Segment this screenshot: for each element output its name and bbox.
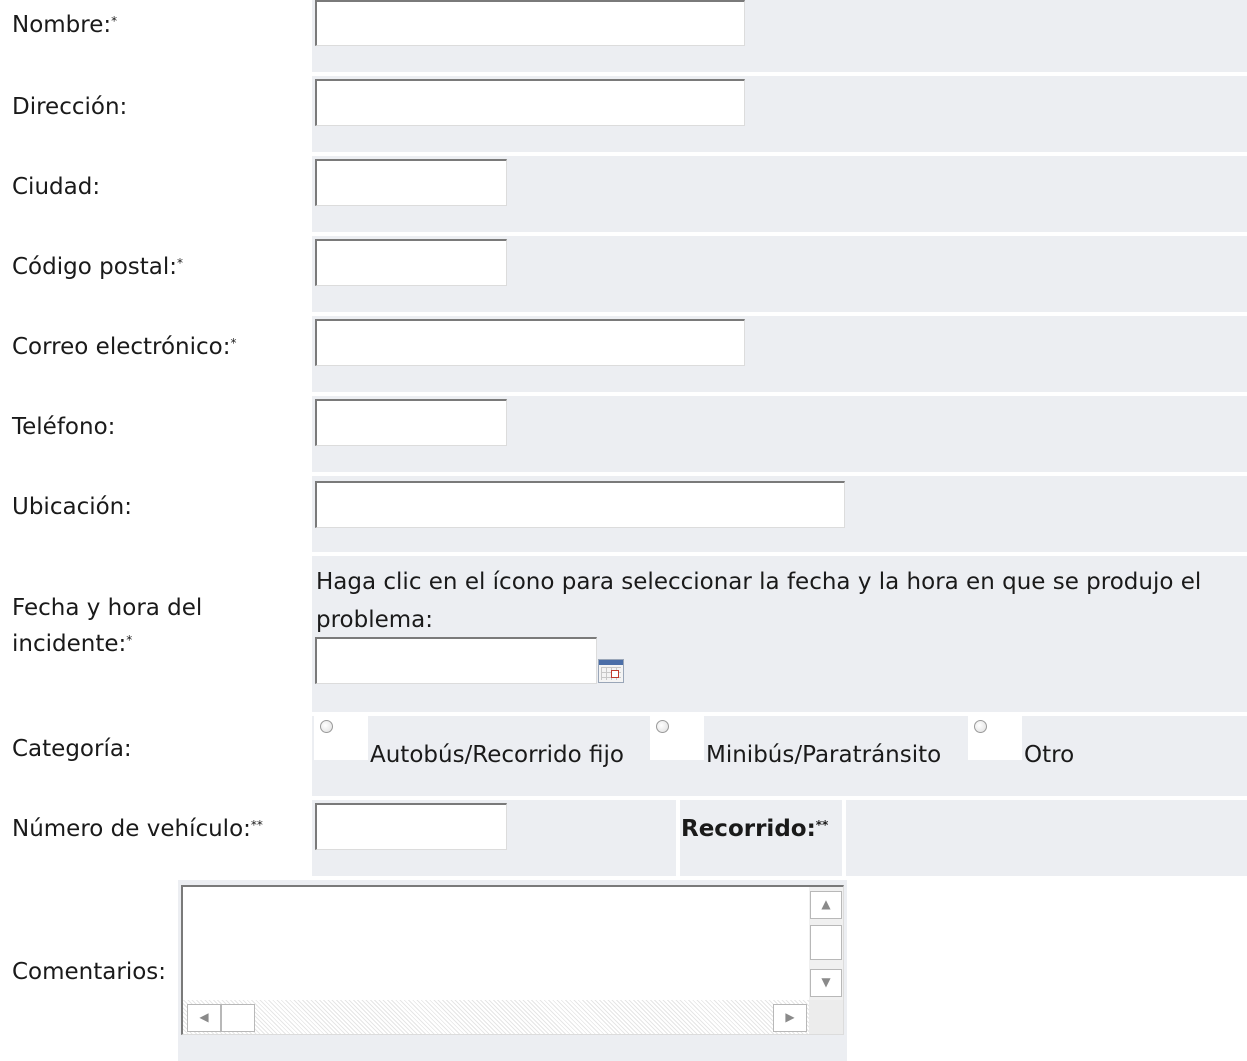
scroll-thumb-horizontal[interactable] <box>221 1004 255 1032</box>
scroll-right-icon[interactable]: ▶ <box>773 1004 807 1032</box>
nombre-label: Nombre:* <box>12 12 118 38</box>
required-mark: * <box>177 256 184 270</box>
fecha-instructions: Haga clic en el ícono para seleccionar l… <box>316 569 1202 633</box>
radio-autobus-label: Autobús/Recorrido fijo <box>370 742 624 768</box>
recorrido-label: Recorrido:** <box>681 816 829 842</box>
required-mark: * <box>111 14 118 28</box>
fecha-label: Fecha y hora del incidente:* <box>12 595 203 657</box>
categoria-label: Categoría: <box>12 736 132 762</box>
horizontal-scrollbar[interactable]: ◀ ▶ <box>183 1000 809 1034</box>
calendar-icon[interactable] <box>598 659 624 683</box>
radio-otro-label: Otro <box>1024 742 1075 768</box>
nombre-input[interactable] <box>315 0 745 46</box>
telefono-label: Teléfono: <box>12 414 116 440</box>
radio-circle[interactable] <box>656 720 669 733</box>
ubicacion-input[interactable] <box>315 481 845 528</box>
telefono-input[interactable] <box>315 399 507 446</box>
required-mark: ** <box>815 818 829 832</box>
codigo-postal-input[interactable] <box>315 239 507 286</box>
radio-otro[interactable] <box>968 716 1022 760</box>
radio-circle[interactable] <box>320 720 333 733</box>
radio-autobus[interactable] <box>314 716 368 760</box>
required-mark: * <box>230 336 237 350</box>
radio-minibus-label: Minibús/Paratránsito <box>706 742 942 768</box>
direccion-input[interactable] <box>315 79 745 126</box>
radio-minibus[interactable] <box>650 716 704 760</box>
scroll-down-icon[interactable]: ▼ <box>810 969 842 997</box>
scrollbar-corner <box>809 1000 843 1034</box>
fecha-input[interactable] <box>315 637 597 684</box>
ciudad-label: Ciudad: <box>12 174 101 200</box>
scroll-left-icon[interactable]: ◀ <box>187 1004 221 1032</box>
required-mark: ** <box>250 818 263 832</box>
radio-circle[interactable] <box>974 720 987 733</box>
scroll-thumb[interactable] <box>810 925 842 960</box>
vehiculo-input[interactable] <box>315 803 507 850</box>
direccion-label: Dirección: <box>12 94 128 120</box>
comentarios-textarea[interactable]: ▲ ▼ ◀ ▶ <box>181 885 844 1035</box>
correo-input[interactable] <box>315 319 745 366</box>
scroll-up-icon[interactable]: ▲ <box>810 891 842 919</box>
correo-label: Correo electrónico:* <box>12 334 237 360</box>
ciudad-input[interactable] <box>315 159 507 206</box>
vehiculo-label: Número de vehículo:** <box>12 816 263 842</box>
codigo-postal-label: Código postal:* <box>12 254 184 280</box>
ubicacion-label: Ubicación: <box>12 494 132 520</box>
comentarios-label: Comentarios: <box>12 959 167 985</box>
required-mark: * <box>126 633 133 647</box>
vertical-scrollbar[interactable]: ▲ ▼ <box>809 887 843 1000</box>
recorrido-cell <box>846 800 1247 876</box>
